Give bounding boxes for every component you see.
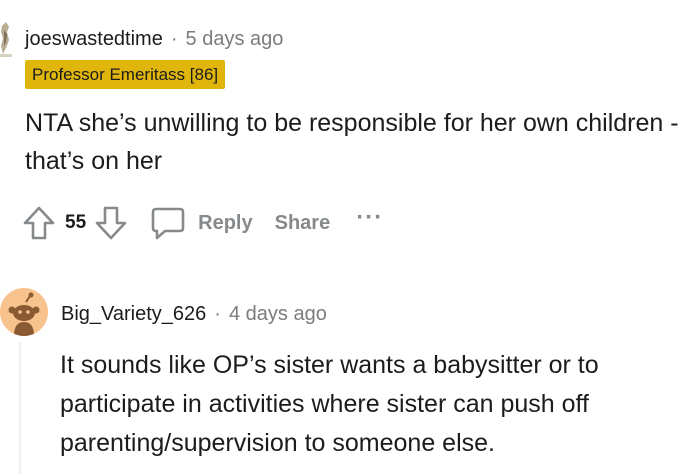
reply-label: Reply [198, 211, 253, 234]
reply-button[interactable]: Reply [150, 205, 253, 241]
comment-thread: joeswastedtime · 5 days ago Professor Em… [0, 0, 700, 474]
avatar[interactable] [0, 18, 12, 58]
separator-dot: · [170, 27, 178, 50]
username[interactable]: Big_Variety_626 [61, 303, 206, 326]
timestamp[interactable]: 5 days ago [186, 28, 284, 51]
thread-line[interactable] [19, 342, 21, 474]
separator-dot: · [214, 302, 221, 325]
comment-body: It sounds like OP’s sister wants a babys… [60, 351, 599, 457]
comment-action-bar: 55 Reply Share ··· [22, 200, 383, 246]
more-options-icon[interactable]: ··· [356, 204, 383, 232]
comment-body: NTA she’s unwilling to be responsible fo… [25, 109, 679, 175]
username[interactable]: joeswastedtime [25, 28, 163, 51]
avatar[interactable] [0, 288, 48, 336]
user-flair: Professor Emeritass [86] [25, 60, 226, 89]
comment-header: joeswastedtime · 5 days ago [25, 26, 283, 52]
timestamp[interactable]: 4 days ago [229, 303, 327, 326]
upvote-icon[interactable] [22, 205, 56, 241]
share-button[interactable]: Share [275, 212, 331, 235]
vote-count: 55 [65, 212, 87, 233]
comment-bubble-icon [150, 205, 186, 241]
downvote-icon[interactable] [94, 205, 128, 241]
comment-header: Big_Variety_626 · 4 days ago [61, 301, 327, 327]
